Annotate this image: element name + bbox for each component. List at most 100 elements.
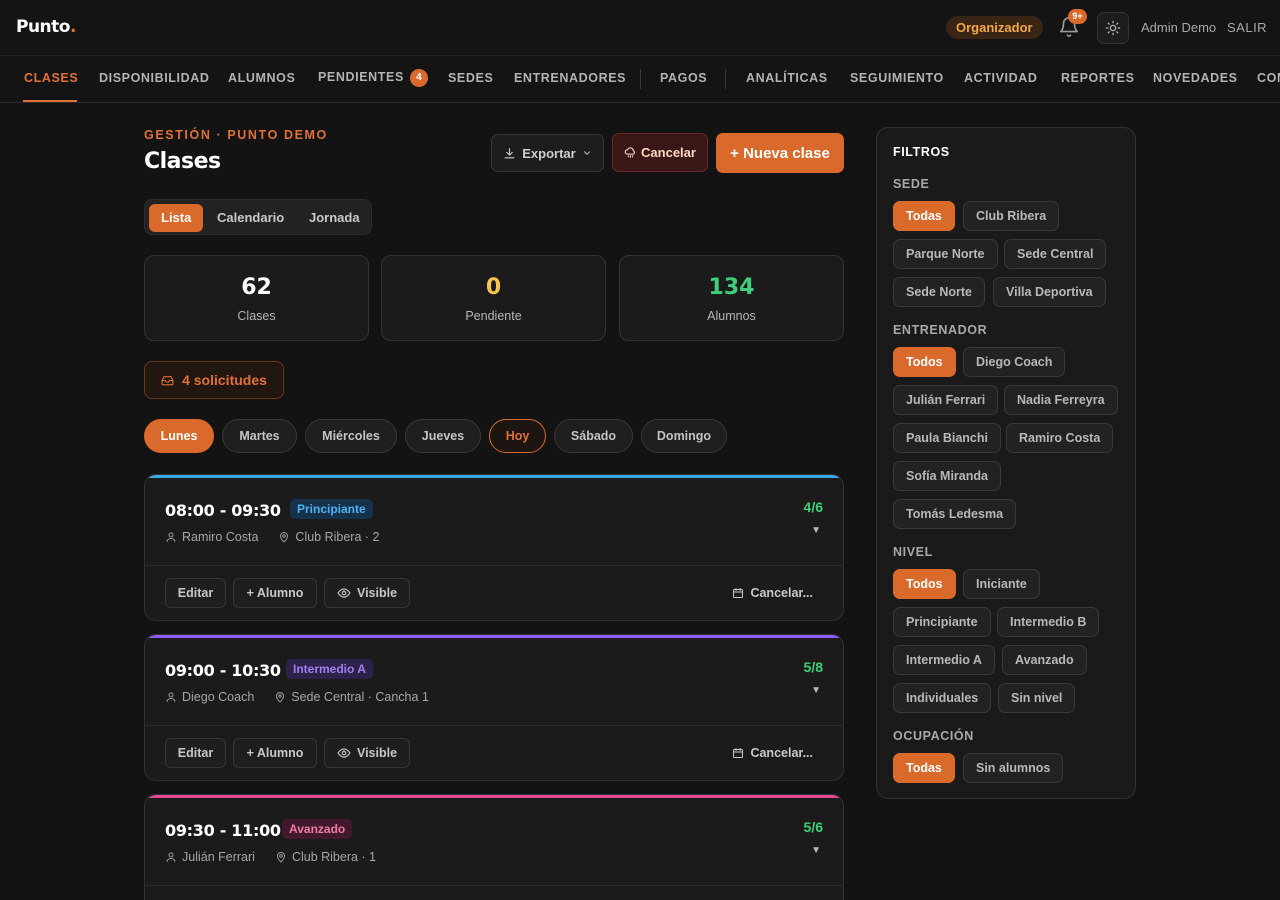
export-button[interactable]: Exportar (491, 134, 604, 172)
class-card[interactable]: 09:30 - 11:00 Avanzado Julián Ferrari Cl… (144, 794, 844, 900)
filter-chip-entrenador-ramiro-costa[interactable]: Ramiro Costa (1006, 423, 1114, 453)
filter-chip-sede-parque-norte[interactable]: Parque Norte (893, 239, 998, 269)
user-name: Admin Demo (1141, 20, 1217, 35)
occupancy-count: 5/8 (803, 659, 823, 675)
view-tab-lista[interactable]: Lista (149, 204, 204, 232)
visibility-button[interactable]: Visible (324, 738, 410, 768)
theme-toggle-button[interactable] (1097, 12, 1129, 44)
pending-count-badge: 4 (409, 69, 428, 87)
filter-chip-entrenador-nadia-ferreyra[interactable]: Nadia Ferreyra (1004, 385, 1118, 415)
filter-chip-sede-todas[interactable]: Todas (893, 201, 955, 231)
edit-button[interactable]: Editar (165, 738, 226, 768)
add-student-button[interactable]: + Alumno (233, 578, 317, 608)
view-tab-calendario[interactable]: Calendario (205, 204, 296, 232)
nav-item-pendientes[interactable]: PENDIENTES 4 (318, 69, 428, 87)
nav-item-sedes[interactable]: SEDES (448, 71, 493, 85)
filter-chip-nivel-iniciante[interactable]: Iniciante (963, 569, 1040, 599)
class-meta: Julián Ferrari Club Ribera · 1 (165, 850, 376, 864)
day-chip-miercoles[interactable]: Miércoles (305, 419, 397, 453)
level-badge: Principiante (290, 499, 373, 519)
user-icon (166, 692, 176, 702)
nav-item-novedades[interactable]: NOVEDADES (1153, 71, 1238, 85)
filters-panel: FILTROS SEDE Todas Club Ribera Parque No… (876, 127, 1136, 799)
filter-chip-sede-norte[interactable]: Sede Norte (893, 277, 985, 307)
class-meta: Diego Coach Sede Central · Cancha 1 (165, 690, 429, 704)
nav-item-actividad[interactable]: ACTIVIDAD (964, 71, 1037, 85)
nav-item-analiticas[interactable]: ANALÍTICAS (746, 71, 828, 85)
filter-section-nivel: NIVEL (893, 545, 933, 559)
new-class-button[interactable]: + Nueva clase (716, 133, 844, 173)
notification-count-badge: 9+ (1068, 9, 1087, 24)
day-chip-lunes[interactable]: Lunes (144, 419, 214, 453)
filter-chip-entrenador-todos[interactable]: Todos (893, 347, 956, 377)
filter-chip-nivel-individuales[interactable]: Individuales (893, 683, 992, 713)
filter-chip-nivel-todos[interactable]: Todos (893, 569, 956, 599)
level-stripe (145, 795, 843, 798)
map-pin-icon (280, 532, 289, 543)
cancel-class-button[interactable]: Cancelar... (732, 586, 813, 600)
level-badge: Avanzado (282, 819, 353, 839)
class-card[interactable]: 09:00 - 10:30 Intermedio A Diego Coach S… (144, 634, 844, 781)
requests-button[interactable]: 4 solicitudes (144, 361, 284, 399)
requests-label: 4 solicitudes (182, 372, 267, 388)
filter-chip-entrenador-julian-ferrari[interactable]: Julián Ferrari (893, 385, 999, 415)
stat-value: 134 (708, 275, 755, 300)
add-student-button[interactable]: + Alumno (233, 738, 317, 768)
page-title: Clases (144, 149, 221, 174)
coach-name: Julián Ferrari (182, 850, 255, 864)
expand-chevron-icon[interactable]: ▼ (811, 525, 821, 536)
filter-chip-nivel-intermedio-a[interactable]: Intermedio A (893, 645, 995, 675)
nav-item-pagos[interactable]: PAGOS (660, 71, 707, 85)
map-pin-icon (276, 692, 285, 703)
day-chip-sabado[interactable]: Sábado (554, 419, 633, 453)
coach-name: Ramiro Costa (182, 530, 259, 544)
day-chip-jueves[interactable]: Jueves (405, 419, 481, 453)
filter-chip-entrenador-sofia-miranda[interactable]: Sofía Miranda (893, 461, 1001, 491)
logout-link[interactable]: SALIR (1227, 20, 1267, 35)
nav-item-alumnos[interactable]: ALUMNOS (228, 71, 295, 85)
calendar-icon (733, 588, 744, 598)
filter-chip-sede-club-ribera[interactable]: Club Ribera (963, 201, 1060, 231)
expand-chevron-icon[interactable]: ▼ (811, 685, 821, 696)
cancel-class-button[interactable]: Cancelar... (732, 746, 813, 760)
nav-item-clases[interactable]: CLASES (24, 71, 78, 85)
cancel-classes-button[interactable]: Cancelar (612, 133, 708, 172)
level-stripe (145, 475, 843, 478)
filter-chip-entrenador-tomas-ledesma[interactable]: Tomás Ledesma (893, 499, 1017, 529)
filter-chip-nivel-principiante[interactable]: Principiante (893, 607, 991, 637)
edit-button[interactable]: Editar (165, 578, 226, 608)
cancel-class-label: Cancelar... (750, 586, 813, 600)
inbox-icon (161, 375, 174, 385)
nav-item-seguimiento[interactable]: SEGUIMIENTO (850, 71, 944, 85)
filter-chip-sede-central[interactable]: Sede Central (1004, 239, 1107, 269)
class-card[interactable]: 08:00 - 09:30 Principiante Ramiro Costa … (144, 474, 844, 621)
day-chip-martes[interactable]: Martes (222, 419, 297, 453)
nav-item-entrenadores[interactable]: ENTRENADORES (514, 71, 626, 85)
filter-chip-sede-villa-deportiva[interactable]: Villa Deportiva (993, 277, 1106, 307)
filter-chip-entrenador-paula-bianchi[interactable]: Paula Bianchi (893, 423, 1001, 453)
filter-chip-nivel-sin-nivel[interactable]: Sin nivel (998, 683, 1076, 713)
filter-chip-entrenador-diego-coach[interactable]: Diego Coach (963, 347, 1066, 377)
map-pin-icon (276, 852, 285, 863)
expand-chevron-icon[interactable]: ▼ (811, 845, 821, 856)
nav-item-disponibilidad[interactable]: DISPONIBILIDAD (99, 71, 210, 85)
brand-logo[interactable]: Punto. (16, 17, 76, 37)
nav-item-reportes[interactable]: REPORTES (1061, 71, 1135, 85)
visibility-button[interactable]: Visible (324, 578, 410, 608)
eye-icon (337, 748, 351, 758)
day-chip-domingo[interactable]: Domingo (641, 419, 727, 453)
card-divider (145, 565, 843, 566)
filter-chip-ocupacion-todas[interactable]: Todas (893, 753, 955, 783)
calendar-icon (733, 748, 744, 758)
occupancy-count: 5/6 (803, 819, 823, 835)
view-tab-jornada[interactable]: Jornada (297, 204, 372, 232)
filter-chip-nivel-avanzado[interactable]: Avanzado (1002, 645, 1087, 675)
filter-chip-nivel-intermedio-b[interactable]: Intermedio B (997, 607, 1100, 637)
nav-divider (725, 69, 726, 89)
day-chip-hoy[interactable]: Hoy (489, 419, 546, 453)
nav-item-com[interactable]: COM (1257, 71, 1280, 85)
filter-chip-ocupacion-sin-alumnos[interactable]: Sin alumnos (963, 753, 1064, 783)
class-location: Club Ribera · 2 (295, 530, 380, 544)
level-badge: Intermedio A (286, 659, 373, 679)
nav-active-indicator (23, 100, 77, 102)
